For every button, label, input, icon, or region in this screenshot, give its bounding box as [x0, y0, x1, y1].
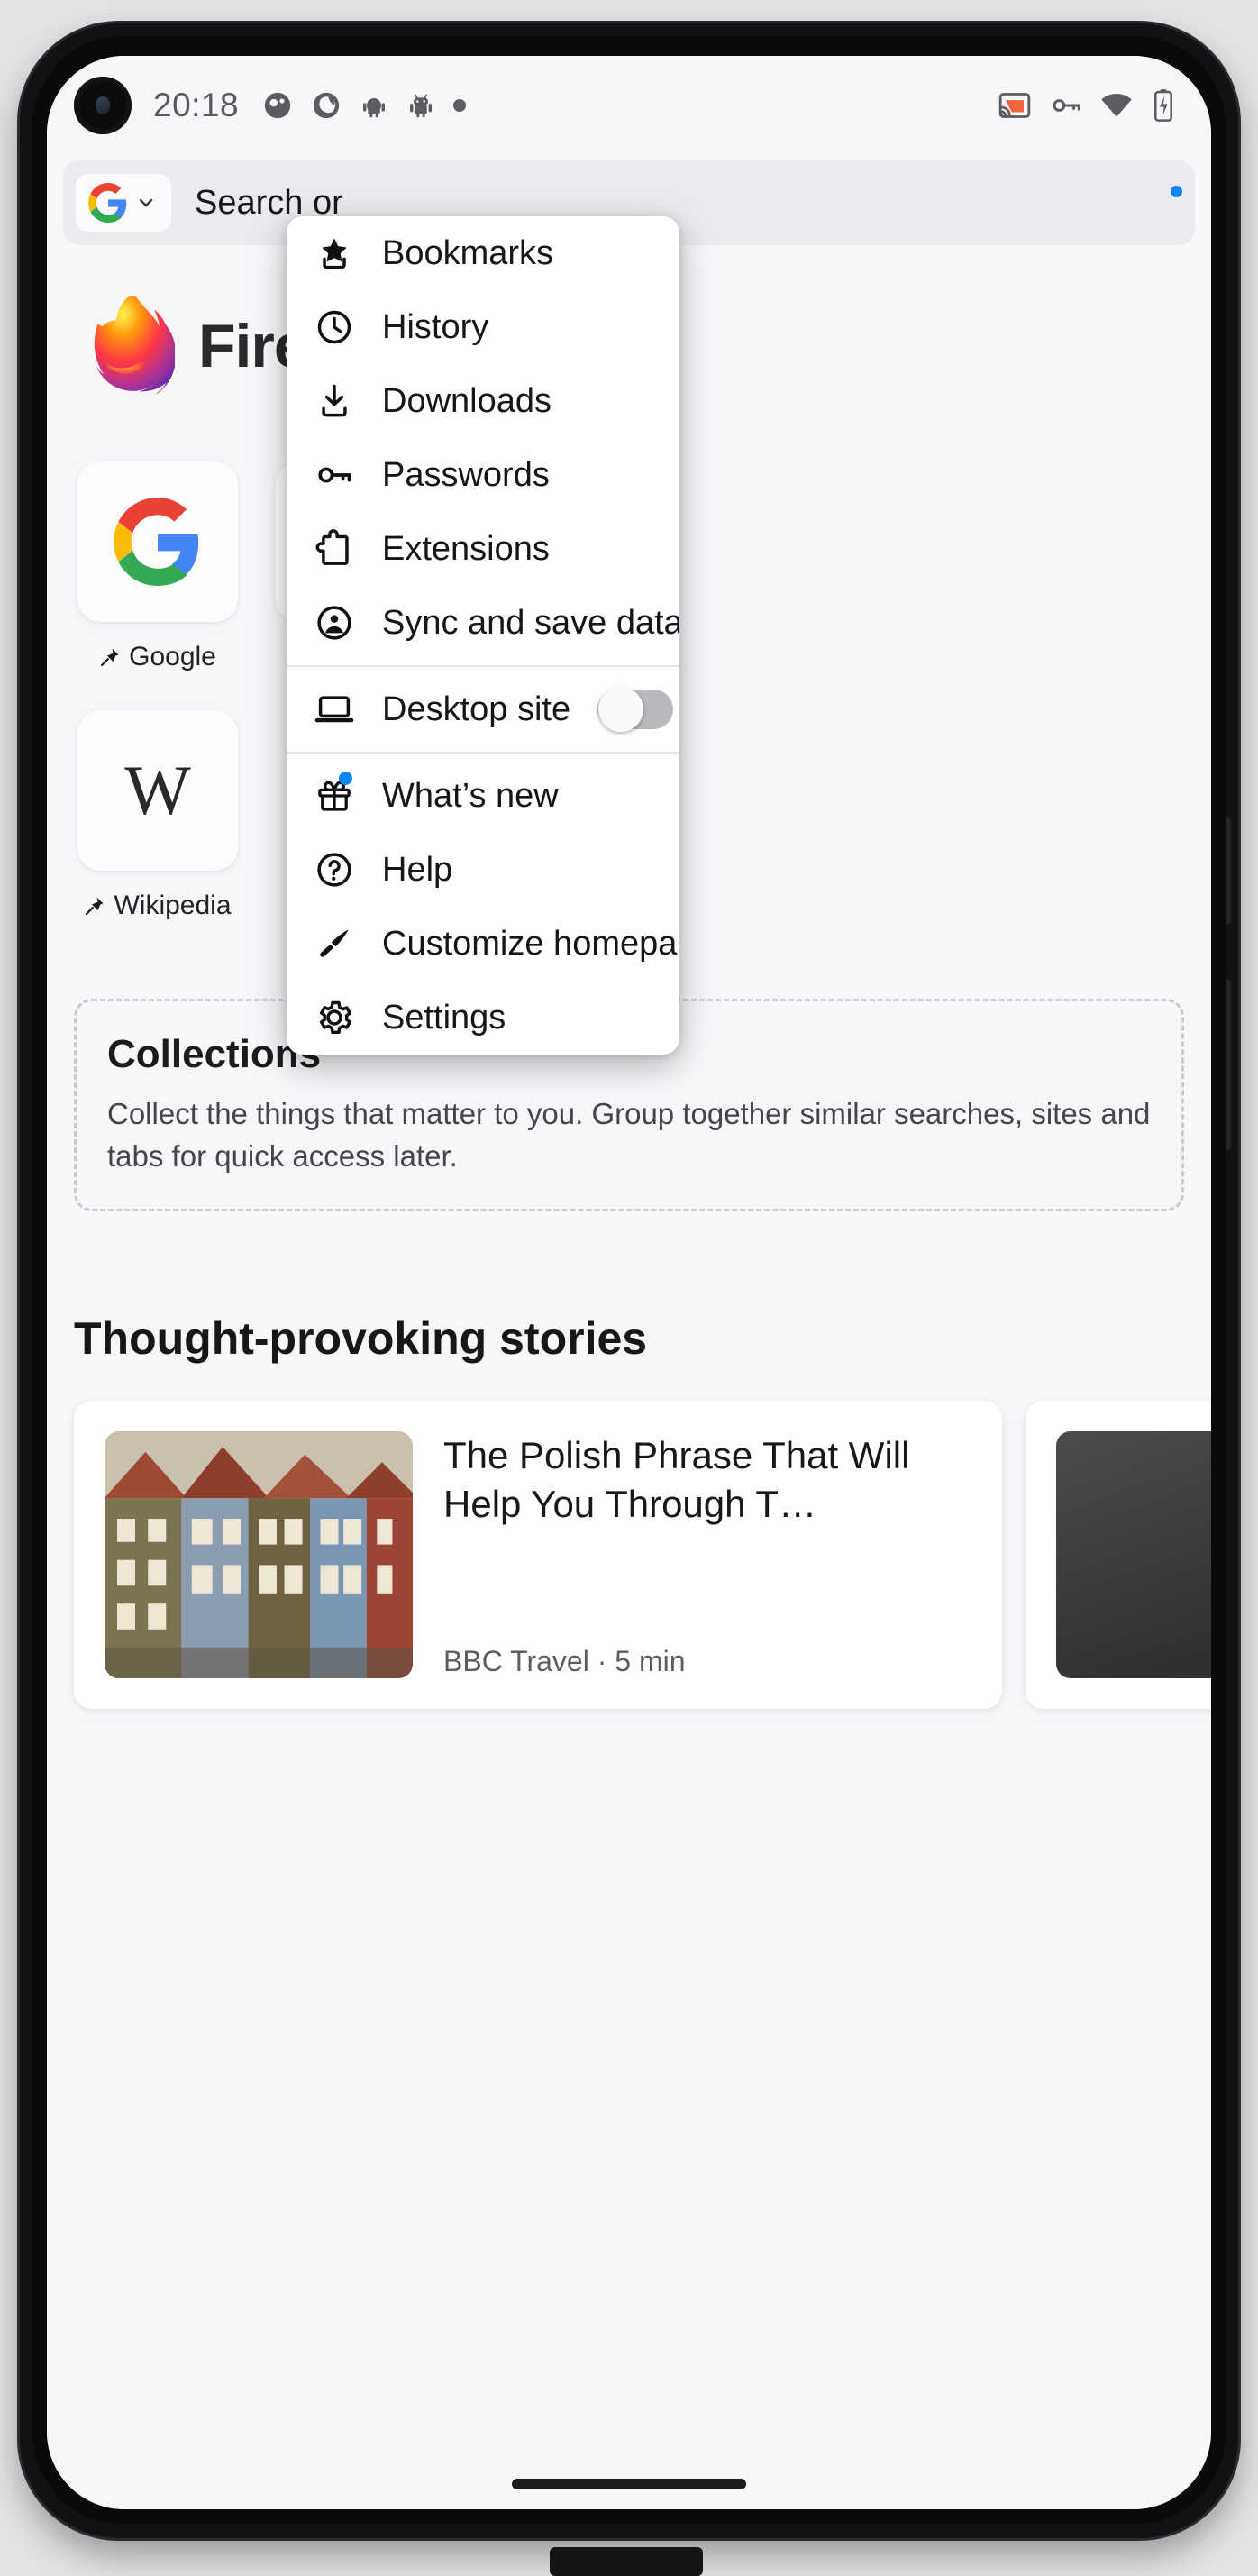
story-card[interactable]: The Polish Phrase That Will Help You Thr… — [74, 1401, 1002, 1709]
phone-screen: 20:18 Search or Google W Wikipedia Colle… — [47, 56, 1211, 2509]
vpn-key-icon — [1053, 99, 1080, 112]
story-thumbnail — [105, 1431, 413, 1678]
download-icon — [314, 380, 355, 422]
top-site-wikipedia[interactable]: W Wikipedia — [77, 710, 238, 921]
story-thumbnail — [1056, 1431, 1211, 1678]
laptop-icon — [314, 689, 355, 730]
menu-item-label: Downloads — [382, 381, 552, 420]
google-logo-icon — [114, 498, 199, 586]
firefox-logo-icon — [94, 296, 175, 395]
new-feature-dot-icon — [1171, 186, 1182, 197]
top-site-google[interactable]: Google — [77, 461, 238, 672]
bookmark-star-icon — [314, 233, 355, 274]
top-site-label: Google — [129, 642, 216, 671]
wifi-icon — [1101, 93, 1132, 117]
menu-item-label: Settings — [382, 998, 506, 1037]
top-site-tile[interactable] — [77, 461, 238, 622]
menu-item-label: Desktop site — [382, 690, 571, 728]
status-system-icons — [997, 87, 1177, 123]
chevron-down-icon — [139, 198, 153, 207]
menu-item-help[interactable]: Help — [287, 833, 679, 907]
help-circle-icon — [314, 849, 355, 891]
search-engine-selector[interactable] — [76, 174, 171, 232]
phone-bottom-nub — [550, 2547, 703, 2576]
google-logo-icon — [88, 183, 127, 223]
menu-item-history[interactable]: History — [287, 290, 679, 364]
sync-notification-icon — [313, 92, 340, 119]
whats-new-badge-dot — [339, 772, 352, 785]
key-icon — [314, 454, 355, 496]
menu-item-label: What’s new — [382, 776, 559, 815]
story-card-next[interactable] — [1026, 1401, 1211, 1709]
menu-divider — [287, 665, 679, 667]
menu-item-label: Customize homepage — [382, 924, 679, 963]
top-site-label: Wikipedia — [114, 891, 232, 920]
menu-item-sync-and-save-data[interactable]: Sync and save data — [287, 586, 679, 660]
overflow-dot-icon — [453, 99, 467, 112]
menu-item-desktop-site[interactable]: Desktop site — [287, 672, 679, 746]
menu-item-label: Sync and save data — [382, 603, 679, 642]
puzzle-piece-icon — [314, 528, 355, 570]
paintbrush-icon — [314, 923, 355, 964]
stories-row: The Polish Phrase That Will Help You Thr… — [47, 1365, 1211, 1709]
front-camera-punch-hole — [74, 77, 132, 134]
pin-icon — [86, 897, 104, 916]
top-site-label-row: Google — [99, 642, 216, 672]
desktop-site-toggle[interactable] — [597, 687, 674, 732]
browser-main-menu: Bookmarks History Downloads Passwords Ex… — [287, 216, 679, 1055]
screenshot-root: 20:18 Search or Google W Wikipedia Colle… — [0, 0, 1258, 2576]
menu-item-label: Help — [382, 850, 453, 889]
status-bar: 20:18 — [47, 56, 1211, 155]
menu-item-settings[interactable]: Settings — [287, 981, 679, 1055]
android-icon — [363, 98, 386, 118]
collections-description: Collect the things that matter to you. G… — [107, 1097, 1151, 1173]
stories-heading: Thought-provoking stories — [74, 1313, 648, 1364]
menu-item-label: Bookmarks — [382, 233, 554, 272]
pin-icon — [101, 648, 119, 667]
battery-icon — [1154, 89, 1172, 122]
cast-icon — [998, 93, 1031, 118]
story-title: The Polish Phrase That Will Help You Thr… — [443, 1434, 910, 1525]
gear-icon — [314, 997, 355, 1038]
menu-divider — [287, 752, 679, 754]
story-image — [105, 1431, 413, 1678]
menu-item-label: Passwords — [382, 455, 550, 494]
story-source: BBC Travel · 5 min — [443, 1645, 686, 1677]
menu-item-label: Extensions — [382, 529, 550, 568]
app-notification-icon — [264, 92, 291, 119]
story-meta: The Polish Phrase That Will Help You Thr… — [443, 1431, 971, 1678]
menu-item-bookmarks[interactable]: Bookmarks — [287, 216, 679, 290]
status-notification-icons — [262, 90, 467, 121]
top-site-tile[interactable]: W — [77, 710, 238, 871]
wikipedia-w-icon: W — [124, 751, 191, 829]
menu-item-extensions[interactable]: Extensions — [287, 512, 679, 586]
toggle-knob — [598, 687, 644, 732]
android-icon-2 — [410, 94, 433, 118]
status-clock: 20:18 — [153, 87, 240, 123]
menu-item-customize-homepage[interactable]: Customize homepage — [287, 907, 679, 981]
menu-item-label: History — [382, 307, 489, 346]
account-circle-icon — [314, 602, 355, 644]
menu-item-whats-new[interactable]: What’s new — [287, 759, 679, 833]
home-indicator — [512, 2479, 746, 2489]
top-site-label-row: Wikipedia — [84, 891, 232, 921]
clock-icon — [314, 306, 355, 348]
menu-item-downloads[interactable]: Downloads — [287, 364, 679, 438]
menu-item-passwords[interactable]: Passwords — [287, 438, 679, 512]
